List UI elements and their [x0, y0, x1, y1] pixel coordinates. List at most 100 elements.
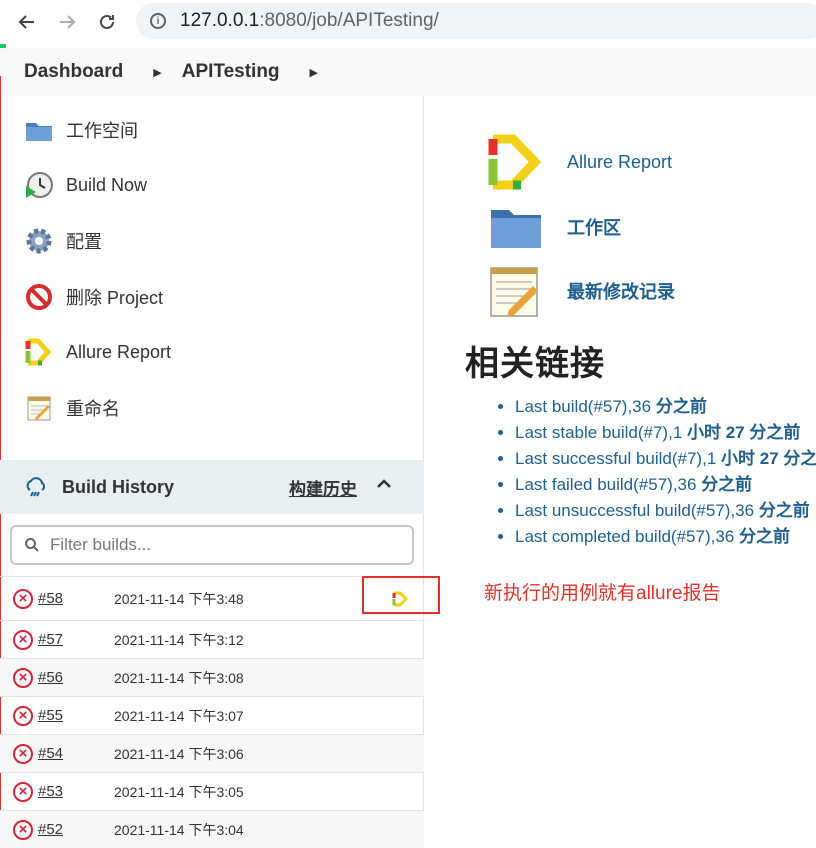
- build-number-link[interactable]: #56: [38, 669, 63, 686]
- task-label: 工作空间: [66, 121, 138, 141]
- breadcrumb-chevron-icon[interactable]: ▶: [310, 66, 318, 79]
- related-link-text[interactable]: Last failed build(#57),36: [515, 475, 701, 494]
- build-date: 2021-11-14 下午3:06: [114, 745, 244, 762]
- build-row[interactable]: × #53 2021-11-14 下午3:05: [0, 772, 424, 810]
- related-link[interactable]: Last stable build(#7),1 小时 27 分之前: [515, 422, 816, 448]
- arrow-right-icon: [60, 15, 76, 29]
- build-row[interactable]: × #56 2021-11-14 下午3:08: [0, 658, 424, 696]
- cloud-rss-icon[interactable]: [24, 475, 48, 499]
- failed-status-icon[interactable]: ×: [13, 743, 33, 764]
- build-date: 2021-11-14 下午3:07: [114, 707, 244, 724]
- related-link-text[interactable]: Last build(#57),36: [515, 397, 656, 416]
- build-date: 2021-11-14 下午3:12: [114, 631, 244, 648]
- related-links-list: Last build(#57),36 分之前 Last stable build…: [497, 396, 816, 552]
- main-link-label[interactable]: 工作区: [567, 214, 621, 240]
- task-configure[interactable]: 配置: [24, 224, 102, 258]
- browser-toolbar: i 127.0.0.1:8080/job/APITesting/: [0, 0, 816, 44]
- allure-icon: [487, 133, 545, 191]
- related-link-time[interactable]: 分之前: [701, 475, 752, 494]
- main-link-workspace[interactable]: 工作区: [487, 198, 621, 256]
- notepad-icon: [487, 262, 545, 320]
- build-number-link[interactable]: #54: [38, 745, 63, 762]
- breadcrumb: Dashboard ▶ APITesting ▶: [0, 48, 816, 96]
- annotation-note: 新执行的用例就有allure报告: [484, 583, 721, 604]
- build-trend-link[interactable]: 构建历史: [289, 475, 357, 500]
- reload-icon: [100, 14, 114, 29]
- related-link-text[interactable]: Last successful build(#7),1: [515, 449, 721, 468]
- clock-play-icon: [24, 170, 54, 200]
- related-link-time[interactable]: 分之前: [656, 397, 707, 416]
- build-date: 2021-11-14 下午3:08: [114, 669, 244, 686]
- back-button[interactable]: [12, 7, 42, 37]
- filter-builds-input[interactable]: [50, 535, 390, 555]
- main-link-label[interactable]: Allure Report: [567, 152, 672, 173]
- build-number-link[interactable]: #52: [38, 821, 63, 838]
- main-link-changes[interactable]: 最新修改记录: [487, 262, 675, 320]
- task-label: 配置: [66, 232, 102, 252]
- related-link-text[interactable]: Last stable build(#7),1: [515, 423, 687, 442]
- build-date: 2021-11-14 下午3:05: [114, 783, 244, 800]
- related-link[interactable]: Last failed build(#57),36 分之前: [515, 474, 816, 500]
- related-link[interactable]: Last successful build(#7),1 小时 27 分之前: [515, 448, 816, 474]
- build-number-link[interactable]: #58: [38, 590, 63, 607]
- task-allure-report[interactable]: Allure Report: [24, 335, 171, 369]
- failed-status-icon[interactable]: ×: [13, 705, 33, 726]
- related-links-title: 相关链接: [465, 345, 605, 383]
- task-label: Allure Report: [66, 341, 172, 362]
- related-link-text[interactable]: Last completed build(#57),36: [515, 527, 739, 546]
- annotation-highlight-box: [362, 576, 440, 614]
- related-link[interactable]: Last completed build(#57),36 分之前: [515, 526, 816, 552]
- task-label: 重命名: [66, 399, 120, 419]
- info-icon[interactable]: i: [150, 13, 166, 29]
- folder-icon: [24, 115, 54, 145]
- failed-status-icon[interactable]: ×: [13, 588, 33, 609]
- filter-builds-field[interactable]: [10, 525, 414, 565]
- build-row[interactable]: × #54 2021-11-14 下午3:06: [0, 734, 424, 772]
- breadcrumb-dashboard[interactable]: Dashboard: [24, 61, 123, 83]
- forward-button[interactable]: [52, 7, 82, 37]
- related-link-time[interactable]: 小时 27 分之前: [721, 449, 816, 468]
- url-path: :8080/job/APITesting/: [259, 10, 439, 31]
- build-row[interactable]: × #57 2021-11-14 下午3:12: [0, 620, 424, 658]
- task-label: 删除 Project: [66, 288, 164, 308]
- task-label: Build Now: [66, 174, 148, 195]
- build-row[interactable]: × #55 2021-11-14 下午3:07: [0, 696, 424, 734]
- main-link-allure-report[interactable]: Allure Report: [487, 133, 672, 191]
- build-row[interactable]: × #58 2021-11-14 下午3:48: [0, 576, 424, 620]
- task-workspace[interactable]: 工作空间: [24, 113, 138, 147]
- folder-icon: [487, 198, 545, 256]
- main-link-label[interactable]: 最新修改记录: [567, 278, 675, 304]
- gear-icon: [24, 226, 54, 256]
- reload-button[interactable]: [92, 7, 122, 37]
- no-entry-icon: [24, 282, 54, 312]
- arrow-left-icon: [18, 15, 34, 29]
- related-link-text[interactable]: Last unsuccessful build(#57),36: [515, 501, 759, 520]
- build-number-link[interactable]: #53: [38, 783, 63, 800]
- related-link-time[interactable]: 分之前: [759, 501, 810, 520]
- build-date: 2021-11-14 下午3:48: [114, 590, 244, 607]
- failed-status-icon[interactable]: ×: [13, 667, 33, 688]
- search-icon: [25, 538, 39, 552]
- failed-status-icon[interactable]: ×: [13, 819, 33, 840]
- address-bar[interactable]: i 127.0.0.1:8080/job/APITesting/: [136, 3, 816, 39]
- build-number-link[interactable]: #57: [38, 631, 63, 648]
- related-link[interactable]: Last build(#57),36 分之前: [515, 396, 816, 422]
- failed-status-icon[interactable]: ×: [13, 629, 33, 650]
- failed-status-icon[interactable]: ×: [13, 781, 33, 802]
- chevron-up-icon[interactable]: [374, 474, 394, 494]
- related-link-time[interactable]: 小时 27 分之前: [687, 423, 800, 442]
- build-date: 2021-11-14 下午3:04: [114, 821, 244, 838]
- breadcrumb-chevron-icon[interactable]: ▶: [153, 66, 161, 79]
- breadcrumb-project[interactable]: APITesting: [182, 61, 280, 83]
- url-text: 127.0.0.1:8080/job/APITesting/: [180, 10, 439, 32]
- task-rename[interactable]: 重命名: [24, 391, 120, 425]
- related-link[interactable]: Last unsuccessful build(#57),36 分之前: [515, 500, 816, 526]
- allure-icon: [24, 337, 54, 367]
- task-build-now[interactable]: Build Now: [24, 168, 147, 202]
- build-row[interactable]: × #52 2021-11-14 下午3:04: [0, 810, 424, 848]
- url-host: 127.0.0.1: [180, 10, 260, 31]
- task-delete-project[interactable]: 删除 Project: [24, 280, 163, 314]
- build-history-title: Build History: [62, 476, 175, 497]
- build-number-link[interactable]: #55: [38, 707, 63, 724]
- related-link-time[interactable]: 分之前: [739, 527, 790, 546]
